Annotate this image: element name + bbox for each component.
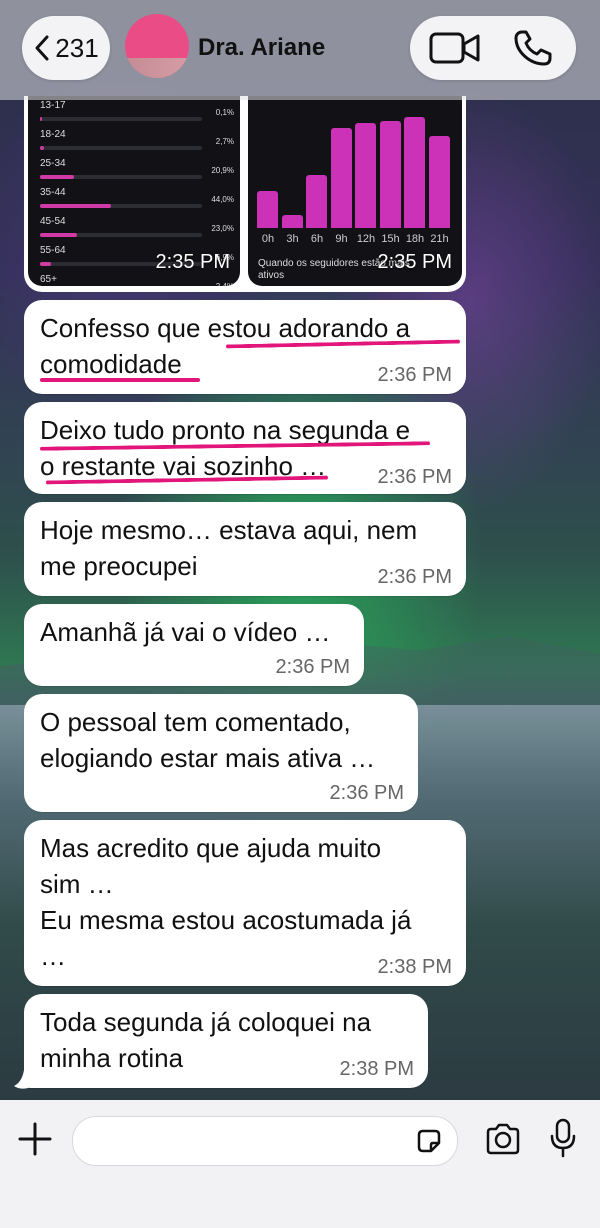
age-group-bar <box>40 146 44 150</box>
video-call-icon[interactable] <box>428 30 482 66</box>
age-group-label: 45-54 <box>40 216 66 227</box>
age-group-value: 20,9% <box>211 166 234 175</box>
bubble-tail <box>14 1070 28 1089</box>
age-group-bar <box>40 175 74 179</box>
hour-bar <box>379 121 401 228</box>
hour-label: 21h <box>430 233 449 245</box>
message-time: 2:36 PM <box>329 782 404 804</box>
message-bubble[interactable]: Deixo tudo pronto na segunda e o restant… <box>24 402 466 494</box>
message-bubble[interactable]: Confesso que estou adorando a comodidade… <box>24 300 466 394</box>
message-bubble[interactable]: Toda segunda já coloquei na minha rotina… <box>24 994 428 1088</box>
avatar[interactable] <box>125 14 189 78</box>
message-time: 2:36 PM <box>377 466 452 488</box>
hour-bar <box>355 123 376 228</box>
hour-bar <box>428 136 450 228</box>
highlight-underline <box>40 378 200 382</box>
message-bubble[interactable]: Hoje mesmo… estava aqui, nem me preocupe… <box>24 502 466 596</box>
age-group-bar <box>40 233 77 237</box>
hour-label: 12h <box>356 233 376 245</box>
message-time: 2:36 PM <box>377 566 452 588</box>
hour-label: 15h <box>381 233 400 245</box>
age-group-track <box>40 146 202 150</box>
age-chart-image[interactable]: 13-17 0,1% 18-24 2,7% 25-34 20,9% 35-44 44,0% 45… <box>28 96 240 286</box>
chevron-left-icon <box>35 35 49 61</box>
age-group-label: 25-34 <box>40 158 66 169</box>
chat-header: 231 Dra. Ariane <box>0 0 600 100</box>
age-group-bar <box>40 204 111 208</box>
message-text: Hoje mesmo… estava aqui, nem me preocupe… <box>40 515 418 581</box>
microphone-icon[interactable] <box>550 1118 576 1158</box>
image-timestamp: 2:35 PM <box>377 251 452 273</box>
hour-label: 9h <box>335 233 348 245</box>
age-group-row: 18-24 2,7% <box>40 129 240 151</box>
age-group-row: 45-54 23,0% <box>40 216 240 238</box>
sticker-icon[interactable] <box>415 1127 443 1155</box>
age-group-bar <box>40 262 51 266</box>
age-group-value: 44,0% <box>211 195 234 204</box>
hour-label: 0h <box>261 233 275 245</box>
message-text: Amanhã já vai o vídeo … <box>40 617 331 647</box>
image-timestamp: 2:35 PM <box>155 251 230 273</box>
age-group-value: 0,1% <box>215 108 234 117</box>
back-button[interactable]: 231 <box>22 16 110 80</box>
hour-label: 18h <box>405 233 425 245</box>
message-input[interactable] <box>72 1116 458 1166</box>
unread-count: 231 <box>55 32 99 63</box>
camera-icon[interactable] <box>484 1122 522 1156</box>
age-group-row: 25-34 20,9% <box>40 158 240 180</box>
hour-label: 6h <box>310 233 324 245</box>
phone-call-icon[interactable] <box>512 28 556 68</box>
age-group-row: 13-17 0,1% <box>40 100 240 122</box>
hour-label: 3h <box>286 233 299 245</box>
hour-bar <box>306 175 327 228</box>
age-group-value: 2,4% <box>216 282 234 286</box>
age-group-value: 23,0% <box>211 224 234 233</box>
message-bubble[interactable]: Amanhã já vai o vídeo … 2:36 PM <box>24 604 364 686</box>
age-group-row: 35-44 44,0% <box>40 187 240 209</box>
message-bubble[interactable]: Mas acredito que ajuda muito sim … Eu me… <box>24 820 466 986</box>
plus-icon[interactable] <box>16 1120 54 1158</box>
contact-name[interactable]: Dra. Ariane <box>198 34 325 62</box>
age-group-track <box>40 204 202 208</box>
message-time: 2:38 PM <box>377 956 452 978</box>
age-group-label: 55-64 <box>40 245 66 256</box>
message-bubble[interactable]: O pessoal tem comentado, elogiando estar… <box>24 694 418 812</box>
active-hours-chart-image[interactable]: 0h 3h 6h 9h 12h 15h 18h 21h Quando os seguidore… <box>248 96 462 286</box>
message-time: 2:36 PM <box>377 364 452 386</box>
age-group-track <box>40 117 202 121</box>
age-group-value: 2,7% <box>215 137 234 146</box>
message-text: Mas acredito que ajuda muito sim … Eu me… <box>40 833 412 971</box>
hour-bar <box>257 191 278 228</box>
message-time: 2:36 PM <box>275 656 350 678</box>
message-text: Toda segunda já coloquei na minha rotina <box>40 1007 372 1073</box>
hour-bar <box>330 128 352 228</box>
age-group-label: 13-17 <box>40 100 66 111</box>
age-group-row: 65+ 2,4% <box>40 274 240 286</box>
age-group-track <box>40 175 202 179</box>
hour-bar <box>281 215 303 228</box>
age-group-label: 18-24 <box>40 129 66 140</box>
hour-bar <box>404 117 425 228</box>
composer-bar <box>0 1100 600 1228</box>
call-actions <box>410 16 576 80</box>
message-text: O pessoal tem comentado, elogiando estar… <box>40 707 376 773</box>
age-group-label: 35-44 <box>40 187 66 198</box>
message-time: 2:38 PM <box>339 1058 414 1080</box>
age-group-label: 65+ <box>40 274 57 285</box>
age-group-bar <box>40 117 42 121</box>
age-group-track <box>40 233 202 237</box>
